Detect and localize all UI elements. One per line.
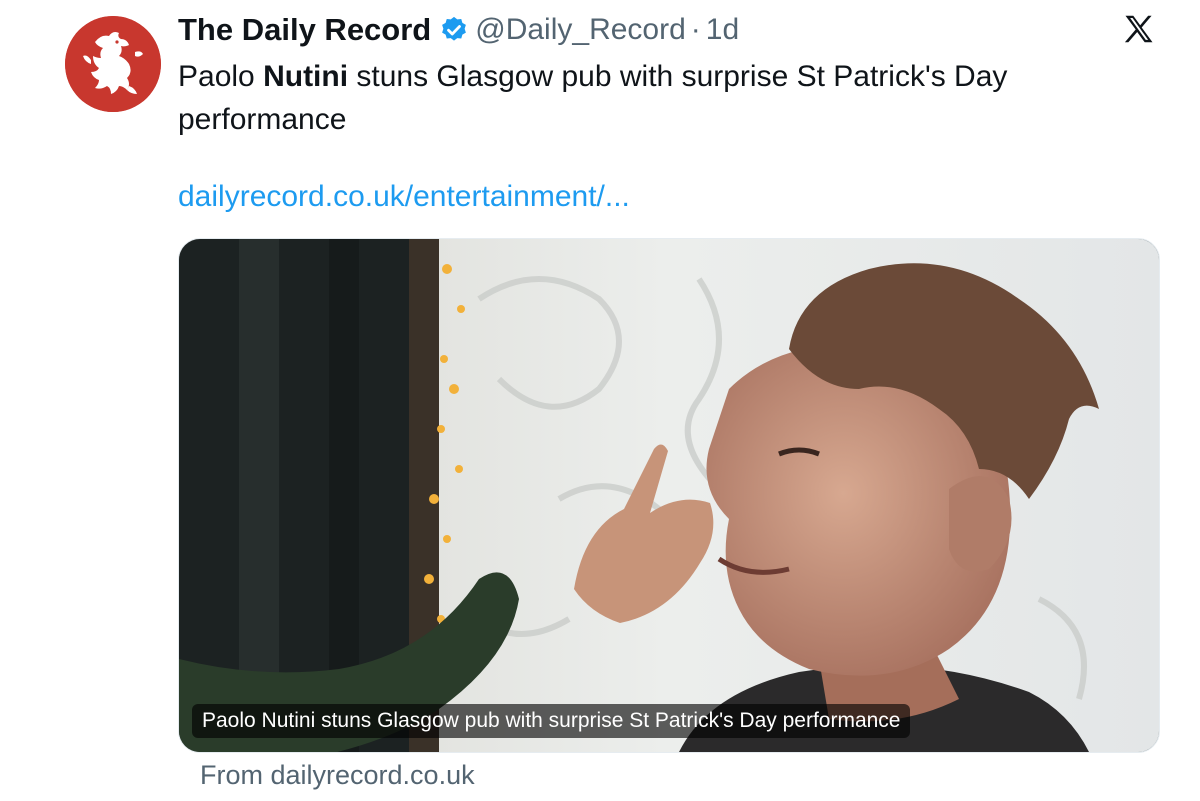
tweet-header: The Daily Record @Daily_Record · 1d bbox=[178, 10, 739, 50]
author-name[interactable]: The Daily Record bbox=[178, 12, 431, 48]
card-source[interactable]: From dailyrecord.co.uk bbox=[200, 760, 475, 791]
tweet-text-bold: Nutini bbox=[263, 60, 349, 93]
lion-rampant-logo bbox=[65, 16, 161, 112]
tweet[interactable]: The Daily Record @Daily_Record · 1d Paol… bbox=[0, 0, 1200, 801]
link-card[interactable]: Paolo Nutini stuns Glasgow pub with surp… bbox=[178, 238, 1160, 753]
card-caption: Paolo Nutini stuns Glasgow pub with surp… bbox=[192, 704, 911, 738]
timestamp[interactable]: 1d bbox=[706, 13, 739, 47]
avatar[interactable] bbox=[65, 16, 161, 112]
tweet-text: Paolo Nutini stuns Glasgow pub with surp… bbox=[178, 55, 1118, 141]
card-image bbox=[179, 239, 1159, 752]
tweet-text-start: Paolo bbox=[178, 60, 264, 93]
verified-badge-icon bbox=[439, 15, 469, 45]
author-handle[interactable]: @Daily_Record bbox=[475, 13, 686, 47]
x-logo-icon[interactable] bbox=[1121, 12, 1157, 48]
article-link[interactable]: dailyrecord.co.uk/entertainment/... bbox=[178, 180, 630, 214]
separator-dot: · bbox=[690, 13, 701, 46]
